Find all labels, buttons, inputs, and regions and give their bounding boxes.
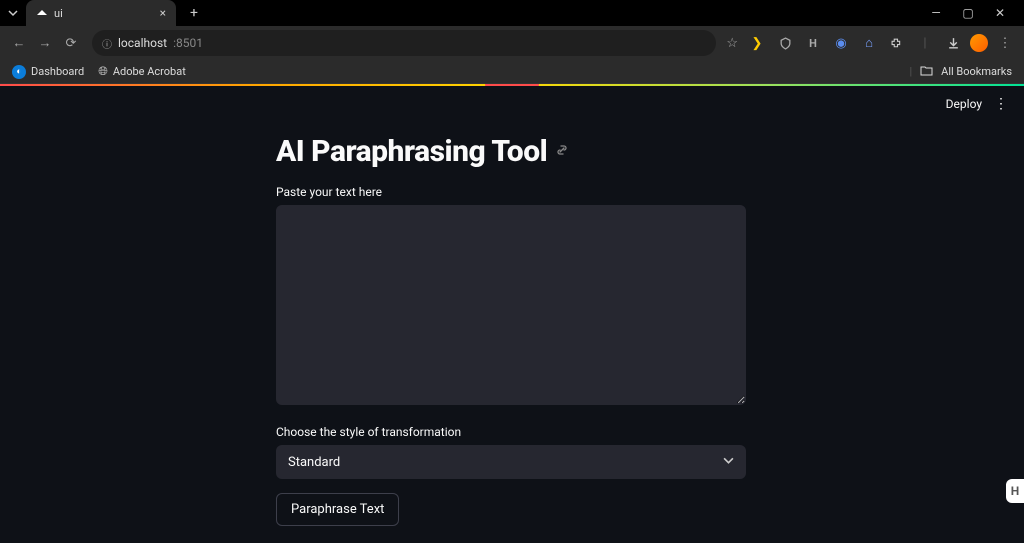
main-content: AI Paraphrasing Tool Paste your text her… (276, 134, 746, 526)
anchor-link-icon[interactable] (555, 143, 569, 161)
address-bar-row: ← → ⟳ ⓘ localhost :8501 ☆ ❯ H ◉ ⌂ | ⋮ (0, 26, 1024, 60)
url-bar[interactable]: ⓘ localhost :8501 (92, 30, 716, 56)
chevron-down-icon (723, 455, 734, 469)
globe-icon: 🌐︎ (98, 64, 108, 79)
page-title: AI Paraphrasing Tool (276, 134, 547, 169)
chevron-down-icon (8, 8, 18, 18)
streamlit-app: Deploy ⋮ AI Paraphrasing Tool Paste your… (0, 86, 1024, 543)
extensions-puzzle-icon[interactable] (886, 32, 908, 54)
bookmark-item[interactable]: 🌐︎ Adobe Acrobat (98, 64, 186, 79)
tab-strip: ui × + — ▢ ✕ (0, 0, 1024, 26)
close-tab-button[interactable]: × (160, 6, 166, 20)
deploy-button[interactable]: Deploy (946, 97, 982, 111)
folder-icon (920, 65, 933, 79)
paraphrase-button[interactable]: Paraphrase Text (276, 493, 399, 526)
browser-tab[interactable]: ui × (26, 0, 176, 26)
textarea-label: Paste your text here (276, 185, 746, 199)
extension-icon[interactable]: H (802, 32, 824, 54)
bookmark-label: Dashboard (31, 65, 84, 78)
text-input[interactable] (276, 205, 746, 405)
url-host: localhost (118, 36, 167, 50)
select-value: Standard (288, 455, 340, 470)
new-tab-button[interactable]: + (182, 1, 206, 25)
reload-button[interactable]: ⟳ (60, 32, 82, 54)
style-select[interactable]: Standard (276, 445, 746, 479)
close-window-button[interactable]: ✕ (992, 6, 1008, 20)
bookmark-right: | All Bookmarks (909, 65, 1012, 79)
separator: | (909, 65, 912, 78)
title-row: AI Paraphrasing Tool (276, 134, 746, 169)
shield-icon[interactable] (774, 32, 796, 54)
bookmarks-bar: ◐ Dashboard 🌐︎ Adobe Acrobat | All Bookm… (0, 60, 1024, 84)
divider: | (914, 32, 936, 54)
bookmark-item[interactable]: ◐ Dashboard (12, 65, 84, 79)
app-menu-button[interactable]: ⋮ (992, 96, 1010, 112)
maximize-button[interactable]: ▢ (960, 6, 976, 20)
bookmark-star-button[interactable]: ☆ (726, 36, 738, 51)
browser-menu-button[interactable]: ⋮ (994, 32, 1016, 54)
forward-button[interactable]: → (34, 32, 56, 54)
window-controls: — ▢ ✕ (928, 6, 1024, 20)
app-toolbar: Deploy ⋮ (0, 86, 1024, 112)
side-badge[interactable]: H (1006, 479, 1024, 503)
extension-icon[interactable]: ⌂ (858, 32, 880, 54)
extension-icons: ❯ H ◉ ⌂ | ⋮ (746, 32, 1016, 54)
streamlit-favicon-icon (36, 7, 48, 19)
url-port: :8501 (173, 36, 203, 50)
downloads-button[interactable] (942, 32, 964, 54)
tab-title: ui (54, 7, 63, 20)
all-bookmarks-link[interactable]: All Bookmarks (941, 65, 1012, 78)
select-label: Choose the style of transformation (276, 425, 746, 439)
bookmark-label: Adobe Acrobat (113, 65, 186, 78)
profile-avatar[interactable] (970, 34, 988, 52)
bookmark-favicon-icon: ◐ (12, 65, 26, 79)
site-info-icon[interactable]: ⓘ (102, 36, 112, 51)
tab-search-button[interactable] (4, 4, 22, 22)
extension-icon[interactable]: ❯ (746, 32, 768, 54)
back-button[interactable]: ← (8, 32, 30, 54)
extension-icon[interactable]: ◉ (830, 32, 852, 54)
browser-chrome: ui × + — ▢ ✕ ← → ⟳ ⓘ localhost :8501 ☆ ❯ … (0, 0, 1024, 84)
minimize-button[interactable]: — (928, 6, 944, 20)
